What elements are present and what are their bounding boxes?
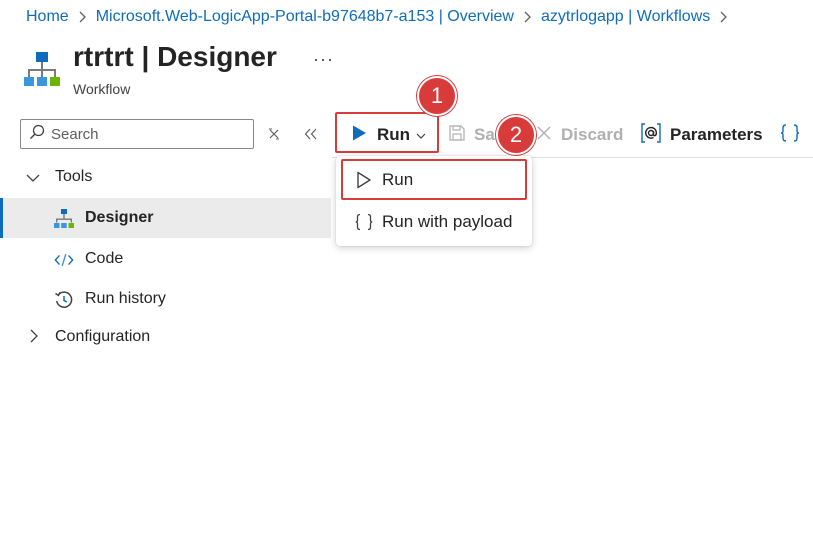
menu-item-run-with-payload[interactable]: Run with payload [336, 202, 532, 242]
code-icon [54, 250, 74, 270]
more-options-button[interactable]: ··· [313, 49, 334, 70]
braces-icon [354, 213, 374, 231]
search-icon [29, 124, 45, 145]
sidebar-group-tools[interactable]: Tools [0, 157, 331, 197]
search-input[interactable] [51, 125, 251, 143]
chevron-right-icon [523, 11, 532, 23]
sidebar-item-label: Run history [85, 290, 166, 307]
sidebar-item-code[interactable]: Code [0, 239, 331, 279]
workflow-icon [24, 52, 60, 88]
chevron-right-icon [78, 11, 87, 23]
parameters-button-label: Parameters [670, 125, 763, 144]
parameters-icon [640, 122, 662, 149]
clear-icon [269, 128, 279, 140]
page-title: rtrtrt | Designer [73, 41, 277, 72]
callout-badge-1: 1 [417, 76, 457, 116]
save-icon [448, 124, 466, 147]
chevron-right-icon [29, 329, 39, 348]
chevron-down-icon [26, 170, 40, 188]
breadcrumb-workflows[interactable]: azytrlogapp | Workflows [541, 8, 710, 26]
sidebar-item-label: Designer [85, 209, 154, 226]
menu-item-label: Run with payload [382, 212, 513, 231]
sidebar-group-configuration[interactable]: Configuration [0, 317, 331, 357]
callout-highlight-run-menu-item [341, 159, 527, 200]
workflow-icon [54, 209, 74, 229]
code-view-button[interactable] [780, 118, 800, 152]
braces-icon [780, 123, 800, 148]
discard-button[interactable]: Discard [536, 118, 623, 152]
sidebar-item-label: Code [85, 250, 124, 267]
callout-highlight-run-button [335, 112, 439, 153]
double-chevron-left-icon [304, 128, 317, 140]
breadcrumb-logic-app-overview[interactable]: Microsoft.Web-LogicApp-Portal-b97648b7-a… [96, 8, 514, 26]
collapse-sidebar-button[interactable] [303, 126, 319, 142]
search-box[interactable] [20, 119, 254, 149]
chevron-right-icon [719, 11, 728, 23]
sidebar-item-designer[interactable]: Designer [0, 198, 331, 238]
save-button[interactable]: Sa [448, 118, 495, 152]
breadcrumb-home[interactable]: Home [26, 8, 69, 26]
history-icon [54, 290, 74, 310]
sidebar-group-label: Configuration [55, 328, 151, 345]
clear-filter-button[interactable] [266, 126, 282, 142]
parameters-button[interactable]: Parameters [640, 118, 763, 152]
breadcrumb: Home Microsoft.Web-LogicApp-Portal-b9764… [26, 8, 737, 26]
page-subtitle: Workflow [73, 81, 131, 97]
close-icon [536, 125, 552, 146]
discard-button-label: Discard [561, 125, 624, 144]
callout-badge-2: 2 [496, 115, 536, 155]
save-button-label: Sa [474, 125, 495, 144]
sidebar-item-run-history[interactable]: Run history [0, 279, 331, 319]
sidebar-group-label: Tools [55, 168, 93, 185]
